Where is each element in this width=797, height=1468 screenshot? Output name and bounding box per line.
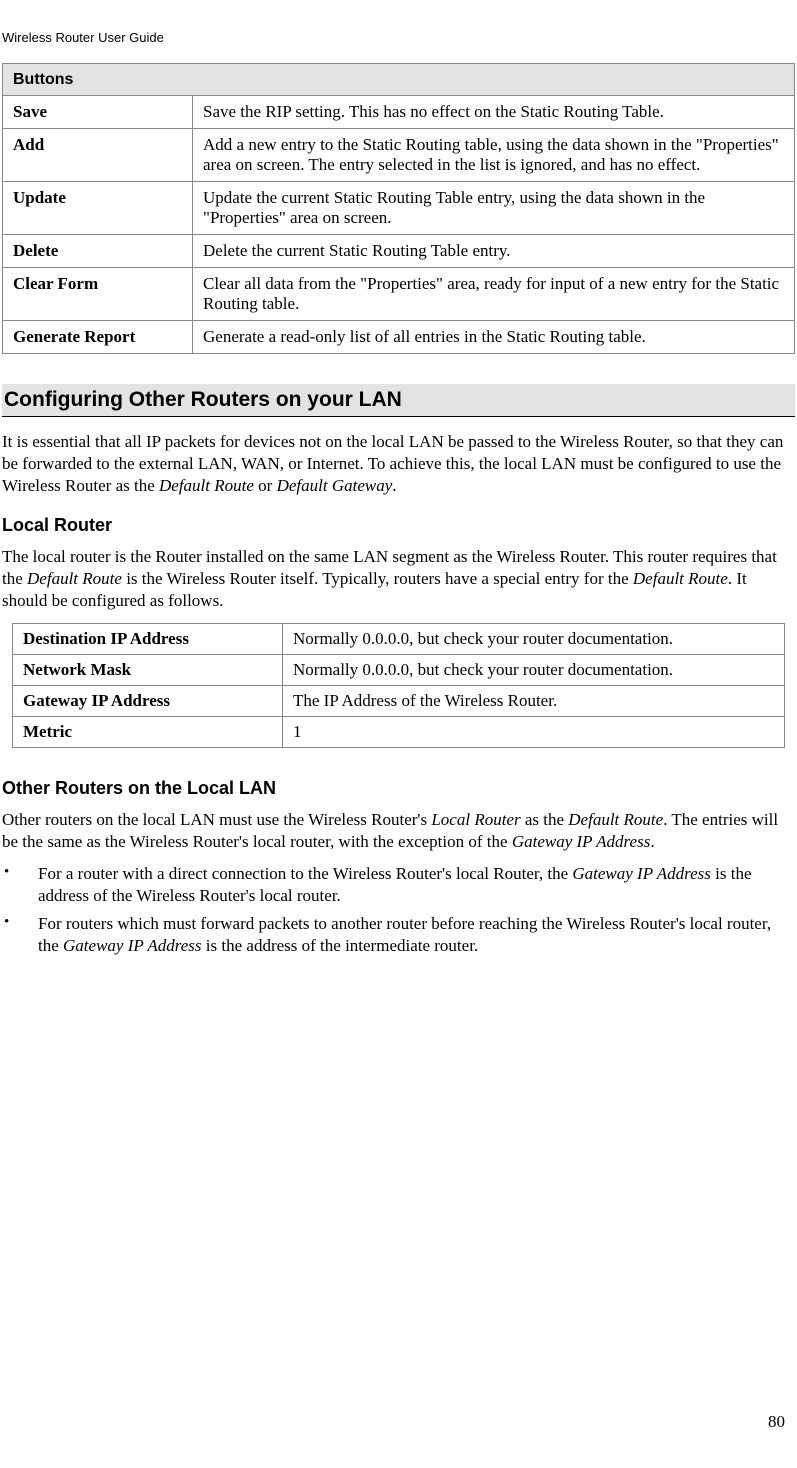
section-heading: Configuring Other Routers on your LAN [2,384,795,417]
local-router-table: Destination IP Address Normally 0.0.0.0,… [12,623,785,748]
italic-term: Local Router [431,810,520,829]
table-row: Update Update the current Static Routing… [3,182,795,235]
config-desc: The IP Address of the Wireless Router. [283,685,785,716]
italic-term: Gateway IP Address [512,832,651,851]
table-row: Generate Report Generate a read-only lis… [3,321,795,354]
bullet-text: For a router with a direct connection to… [38,863,793,907]
text: For a router with a direct connection to… [38,864,572,883]
other-routers-intro: Other routers on the local LAN must use … [2,809,795,853]
table-row: Destination IP Address Normally 0.0.0.0,… [13,623,785,654]
list-item: • For routers which must forward packets… [2,913,795,957]
table-row: Network Mask Normally 0.0.0.0, but check… [13,654,785,685]
text: is the address of the intermediate route… [202,936,479,955]
button-label: Update [3,182,193,235]
button-desc: Clear all data from the "Properties" are… [193,268,795,321]
italic-term: Gateway IP Address [572,864,711,883]
button-label: Add [3,129,193,182]
bullet-icon: • [2,913,38,957]
local-router-intro: The local router is the Router installed… [2,546,795,612]
list-item: • For a router with a direct connection … [2,863,795,907]
config-label: Metric [13,716,283,747]
button-desc: Update the current Static Routing Table … [193,182,795,235]
italic-term: Default Gateway [277,476,393,495]
button-desc: Delete the current Static Routing Table … [193,235,795,268]
config-label: Network Mask [13,654,283,685]
bullet-list: • For a router with a direct connection … [2,863,795,957]
text: or [254,476,277,495]
italic-term: Default Route [633,569,728,588]
text: Other routers on the local LAN must use … [2,810,431,829]
buttons-table-header: Buttons [3,64,795,96]
config-desc: Normally 0.0.0.0, but check your router … [283,623,785,654]
italic-term: Default Route [568,810,663,829]
button-label: Save [3,96,193,129]
table-row: Add Add a new entry to the Static Routin… [3,129,795,182]
other-routers-heading: Other Routers on the Local LAN [2,778,795,799]
buttons-table: Buttons Save Save the RIP setting. This … [2,63,795,354]
table-row: Metric 1 [13,716,785,747]
table-row: Clear Form Clear all data from the "Prop… [3,268,795,321]
text: is the Wireless Router itself. Typically… [122,569,633,588]
config-desc: Normally 0.0.0.0, but check your router … [283,654,785,685]
document-header: Wireless Router User Guide [0,30,797,63]
bullet-text: For routers which must forward packets t… [38,913,793,957]
button-label: Clear Form [3,268,193,321]
config-label: Destination IP Address [13,623,283,654]
local-router-heading: Local Router [2,515,795,536]
button-desc: Save the RIP setting. This has no effect… [193,96,795,129]
button-desc: Generate a read-only list of all entries… [193,321,795,354]
button-label: Generate Report [3,321,193,354]
italic-term: Default Route [159,476,254,495]
config-label: Gateway IP Address [13,685,283,716]
italic-term: Gateway IP Address [63,936,202,955]
config-desc: 1 [283,716,785,747]
text: as the [521,810,569,829]
text: . [650,832,654,851]
bullet-icon: • [2,863,38,907]
table-row: Save Save the RIP setting. This has no e… [3,96,795,129]
table-row: Delete Delete the current Static Routing… [3,235,795,268]
button-desc: Add a new entry to the Static Routing ta… [193,129,795,182]
section-intro: It is essential that all IP packets for … [2,431,795,497]
page-number: 80 [768,1412,785,1432]
italic-term: Default Route [27,569,122,588]
text: . [392,476,396,495]
button-label: Delete [3,235,193,268]
table-row: Gateway IP Address The IP Address of the… [13,685,785,716]
